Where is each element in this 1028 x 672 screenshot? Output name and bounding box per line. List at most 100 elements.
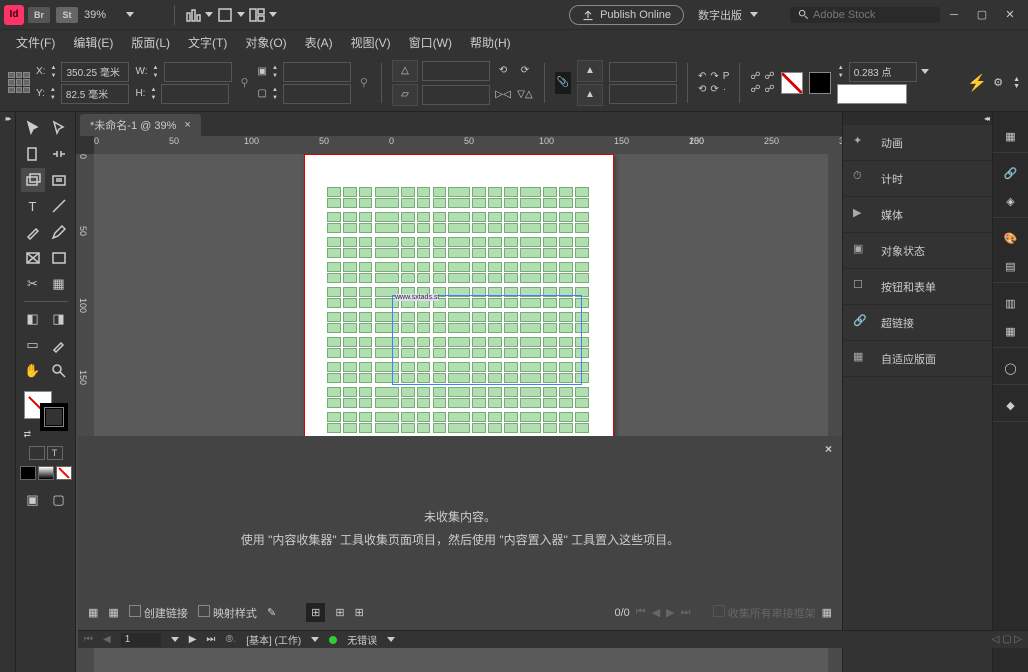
edit-link-icon[interactable]: ✎ [267, 606, 276, 619]
last-page-icon[interactable]: ⏭ [681, 606, 691, 619]
first-page-icon[interactable]: ⏮ [636, 606, 646, 619]
w-input[interactable] [164, 62, 232, 82]
maximize-button[interactable]: ▢ [968, 3, 996, 27]
rotate-angle-icon[interactable]: △ [392, 60, 418, 82]
h-input[interactable] [161, 84, 229, 104]
type-tool[interactable]: T [21, 194, 45, 218]
ruler-horizontal[interactable]: 05010050050100150200150250300 [94, 136, 842, 154]
align-3-icon[interactable]: ☍ [750, 84, 760, 95]
settings-icon[interactable]: ⚙ [993, 76, 1003, 89]
gradient-feather-tool[interactable]: ◨ [47, 307, 71, 331]
panel-对象状态[interactable]: ▣对象状态 [843, 233, 992, 269]
shear-input[interactable] [422, 85, 490, 105]
collector-opts-icon[interactable]: ▦ [822, 606, 832, 619]
text-format-icon[interactable]: T [47, 446, 63, 460]
screen-mode-icon[interactable] [217, 1, 245, 29]
line-tool[interactable] [47, 194, 71, 218]
content-collector-tool[interactable] [21, 168, 45, 192]
bridge-icon[interactable]: Br [28, 7, 50, 23]
constrain-icon[interactable]: ⚲ [238, 65, 252, 101]
rotate-cw-icon[interactable]: ⟲ [494, 60, 512, 82]
swap-fill-stroke-icon[interactable]: ⇄ [24, 429, 32, 440]
minimize-button[interactable]: ─ [940, 3, 968, 27]
redo-icon[interactable]: ↷ [710, 71, 718, 82]
preview-view-icon[interactable]: ▢ [47, 488, 71, 512]
rotate-icon2[interactable]: ⟲ [698, 84, 706, 95]
panel-媒体[interactable]: ▶媒体 [843, 197, 992, 233]
styles-panel-icon[interactable]: ▥ [999, 291, 1023, 315]
rotate-icon3[interactable]: ⟳ [710, 84, 718, 95]
effects-panel-icon[interactable]: ▦ [999, 319, 1023, 343]
status-last-icon[interactable]: ⏭ [206, 634, 215, 645]
fill-stroke-proxy[interactable] [24, 391, 68, 431]
links-panel-icon[interactable]: 🔗 [999, 161, 1023, 185]
scissors-tool[interactable]: ✂ [21, 272, 45, 296]
fill-effect[interactable] [609, 62, 677, 82]
load-2-icon[interactable]: ⊞ [335, 606, 344, 619]
swatches-panel-icon[interactable]: ▤ [999, 254, 1023, 278]
menu-文字(T)[interactable]: 文字(T) [180, 32, 235, 53]
color-panel-icon[interactable]: 🎨 [999, 226, 1023, 250]
scale-x-input[interactable] [283, 62, 351, 82]
stroke-style[interactable] [837, 84, 907, 104]
menu-表(A)[interactable]: 表(A) [297, 32, 341, 53]
stroke-effect[interactable] [609, 84, 677, 104]
panel-动画[interactable]: ✦动画 [843, 125, 992, 161]
document-tab[interactable]: *未命名-1 @ 39%× [80, 114, 201, 136]
page-number-input[interactable]: 1 [121, 633, 161, 647]
stock-icon[interactable]: St [56, 7, 78, 23]
collector-mode-icon[interactable]: ▦ [88, 606, 98, 619]
content-placer-tool[interactable] [47, 168, 71, 192]
gpu-icon[interactable]: ⚡ [967, 73, 987, 93]
arrange-icon[interactable] [249, 1, 277, 29]
selection-tool[interactable] [21, 116, 45, 140]
pencil-tool[interactable] [47, 220, 71, 244]
menu-版面(L)[interactable]: 版面(L) [123, 32, 178, 53]
pen-tool[interactable] [21, 220, 45, 244]
panel-超链接[interactable]: 🔗超链接 [843, 305, 992, 341]
panel-计时[interactable]: ⏱计时 [843, 161, 992, 197]
left-rail[interactable]: ▸▸ [0, 112, 16, 672]
x-input[interactable]: 350.25 毫米 [61, 62, 129, 82]
layers-panel-icon[interactable]: ◈ [999, 189, 1023, 213]
apply-gradient-icon[interactable] [38, 466, 54, 480]
preflight-profile[interactable]: [基本] (工作) [246, 632, 301, 647]
eyedropper-tool[interactable] [47, 333, 71, 357]
gradient-swatch-tool[interactable]: ◧ [21, 307, 45, 331]
hand-tool[interactable]: ✋ [21, 359, 45, 383]
text-icon[interactable]: P [723, 71, 730, 82]
status-first-icon[interactable]: ⏮ [84, 634, 93, 645]
close-button[interactable]: ✕ [996, 3, 1024, 27]
fit-content-icon[interactable]: ▲ [577, 60, 603, 82]
align-1-icon[interactable]: ☍ [750, 71, 760, 82]
menu-编辑(E)[interactable]: 编辑(E) [65, 32, 121, 53]
rectangle-frame-tool[interactable] [21, 246, 45, 270]
direct-selection-tool[interactable] [47, 116, 71, 140]
flip-v-icon[interactable]: ▽△ [516, 84, 534, 106]
menu-文件(F)[interactable]: 文件(F) [8, 32, 63, 53]
shear-angle-icon[interactable]: ▱ [392, 84, 418, 106]
scale-y-input[interactable] [283, 84, 351, 104]
free-transform-tool[interactable]: ▦ [47, 272, 71, 296]
close-tab-icon[interactable]: × [184, 119, 190, 131]
undo-icon[interactable]: ↶ [698, 71, 706, 82]
rotate-input[interactable] [422, 61, 490, 81]
menu-对象(O)[interactable]: 对象(O) [237, 32, 294, 53]
menu-帮助(H)[interactable]: 帮助(H) [462, 32, 519, 53]
view-options-icon[interactable] [185, 1, 213, 29]
rotate-ccw-icon[interactable]: ⟳ [516, 60, 534, 82]
collapse-dock-icon[interactable]: ◂◂ [984, 114, 988, 123]
zoom-select[interactable]: 39% [84, 9, 154, 21]
map-style-checkbox[interactable]: 映射样式 [198, 605, 257, 621]
page-tool[interactable] [21, 142, 45, 166]
menu-窗口(W)[interactable]: 窗口(W) [401, 32, 460, 53]
apply-color-icon[interactable] [20, 466, 36, 480]
stroke-weight-input[interactable]: 0.283 点 [849, 62, 917, 82]
gap-tool[interactable] [47, 142, 71, 166]
zoom-tool[interactable] [47, 359, 71, 383]
preflight-panel-icon[interactable]: ◆ [999, 393, 1023, 417]
stroke-swatch[interactable] [809, 72, 831, 94]
close-collector-icon[interactable]: × [825, 442, 832, 456]
container-format-icon[interactable] [29, 446, 45, 460]
status-next-icon[interactable]: ▶ [189, 634, 197, 645]
